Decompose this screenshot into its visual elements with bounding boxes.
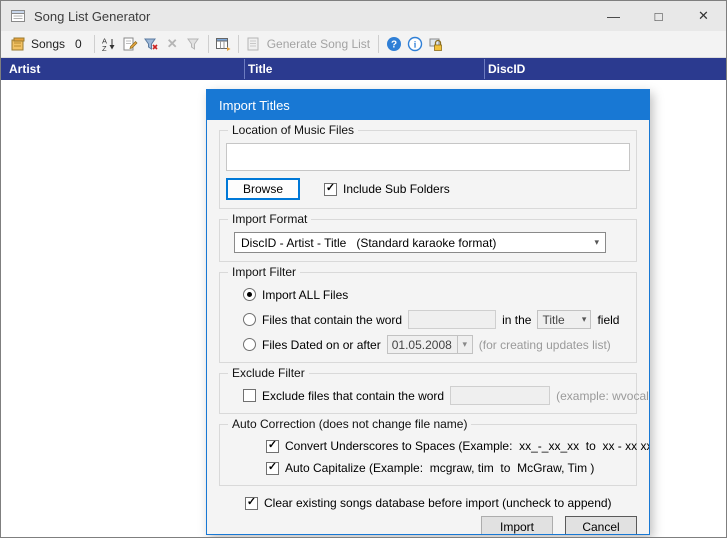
column-divider[interactable]: [244, 59, 245, 79]
import-all-files-label: Import ALL Files: [262, 288, 348, 302]
toolbar-separator: [94, 35, 95, 53]
chevron-down-icon: ▾: [594, 237, 599, 248]
field-dropdown: Title ▾: [537, 310, 591, 329]
svg-text:?: ?: [391, 40, 397, 51]
exclude-filter-group: Exclude Filter Exclude files that contai…: [219, 373, 637, 414]
import-filter-group: Import Filter Import ALL Files Files tha…: [219, 272, 637, 363]
app-window: Song List Generator — □ ✕ Songs 0 A Z: [0, 0, 727, 538]
list-header: Artist Title DiscID: [1, 58, 726, 80]
files-dated-radio[interactable]: [243, 338, 256, 351]
toolbar: Songs 0 A Z ✕: [1, 31, 726, 58]
svg-text:Z: Z: [102, 44, 107, 52]
sort-az-icon[interactable]: A Z: [99, 34, 120, 55]
files-contain-word-radio[interactable]: [243, 313, 256, 326]
column-divider[interactable]: [484, 59, 485, 79]
exclude-word-input: [450, 386, 550, 405]
minimize-button[interactable]: —: [591, 1, 636, 31]
exclude-filter-label: Exclude Filter: [228, 366, 309, 380]
import-format-value: DiscID - Artist - Title (Standard karaok…: [241, 236, 496, 250]
exclude-files-checkbox[interactable]: [243, 389, 256, 402]
help-icon[interactable]: ?: [383, 34, 404, 55]
import-titles-dialog: Import Titles Location of Music Files Br…: [206, 89, 650, 535]
toolbar-separator: [238, 35, 239, 53]
import-format-group: Import Format DiscID - Artist - Title (S…: [219, 219, 637, 262]
chevron-down-icon: ▾: [582, 314, 587, 325]
import-all-files-radio[interactable]: [243, 288, 256, 301]
in-the-label: in the: [502, 313, 531, 327]
dialog-body: Location of Music Files Browse Include S…: [207, 120, 649, 535]
exclude-files-label: Exclude files that contain the word: [262, 389, 444, 403]
maximize-button[interactable]: □: [636, 1, 681, 31]
cancel-button[interactable]: Cancel: [565, 516, 637, 535]
generate-icon[interactable]: [243, 34, 264, 55]
include-sub-folders-label: Include Sub Folders: [343, 182, 450, 196]
music-files-path-input[interactable]: [226, 143, 630, 171]
import-button[interactable]: Import: [481, 516, 553, 535]
browse-button[interactable]: Browse: [226, 178, 300, 200]
convert-underscores-label: Convert Underscores to Spaces (Example: …: [285, 439, 650, 453]
clear-filter-icon[interactable]: [183, 34, 204, 55]
columns-icon[interactable]: [213, 34, 234, 55]
title-bar: Song List Generator — □ ✕: [1, 1, 726, 31]
location-group: Location of Music Files Browse Include S…: [219, 130, 637, 209]
filter-icon[interactable]: [141, 34, 162, 55]
include-sub-folders-checkbox[interactable]: [324, 183, 337, 196]
window-controls: — □ ✕: [591, 1, 726, 31]
dialog-title: Import Titles: [219, 98, 290, 113]
location-group-label: Location of Music Files: [228, 123, 358, 137]
field-dropdown-value: Title: [542, 313, 564, 327]
clear-existing-checkbox[interactable]: [245, 497, 258, 510]
convert-underscores-checkbox[interactable]: [266, 440, 279, 453]
lock-icon[interactable]: [425, 34, 446, 55]
exclude-example-hint: (example: wvocal ): [556, 389, 650, 403]
info-icon[interactable]: i: [404, 34, 425, 55]
column-header-title[interactable]: Title: [248, 58, 272, 80]
clear-existing-label: Clear existing songs database before imp…: [264, 496, 612, 510]
window-title: Song List Generator: [34, 9, 150, 24]
files-dated-label: Files Dated on or after: [262, 338, 381, 352]
column-header-artist[interactable]: Artist: [9, 58, 40, 80]
edit-icon[interactable]: [120, 34, 141, 55]
field-suffix-label: field: [597, 313, 619, 327]
auto-capitalize-label: Auto Capitalize (Example: mcgraw, tim to…: [285, 461, 594, 475]
close-button[interactable]: ✕: [681, 1, 726, 31]
app-icon: [10, 8, 26, 24]
auto-correction-group: Auto Correction (does not change file na…: [219, 424, 637, 486]
import-format-label: Import Format: [228, 212, 311, 226]
toolbar-separator: [378, 35, 379, 53]
songs-label: Songs: [31, 37, 65, 51]
contain-word-input: [408, 310, 496, 329]
import-filter-label: Import Filter: [228, 265, 300, 279]
chevron-down-icon: ▾: [457, 336, 472, 353]
column-header-discid[interactable]: DiscID: [488, 58, 525, 80]
date-picker-value: 01.05.2008: [388, 338, 457, 352]
generate-song-list-button[interactable]: Generate Song List: [267, 37, 370, 51]
songs-count: 0: [75, 37, 82, 51]
updates-list-hint: (for creating updates list): [479, 338, 611, 352]
files-contain-word-label: Files that contain the word: [262, 313, 402, 327]
songs-icon[interactable]: [7, 34, 28, 55]
dialog-title-bar: Import Titles: [207, 90, 649, 120]
auto-correction-label: Auto Correction (does not change file na…: [228, 417, 471, 431]
import-format-dropdown[interactable]: DiscID - Artist - Title (Standard karaok…: [234, 232, 606, 253]
auto-capitalize-checkbox[interactable]: [266, 462, 279, 475]
delete-icon[interactable]: ✕: [162, 34, 183, 55]
date-picker: 01.05.2008 ▾: [387, 335, 473, 354]
dialog-buttons: Import Cancel: [207, 516, 649, 535]
toolbar-separator: [208, 35, 209, 53]
